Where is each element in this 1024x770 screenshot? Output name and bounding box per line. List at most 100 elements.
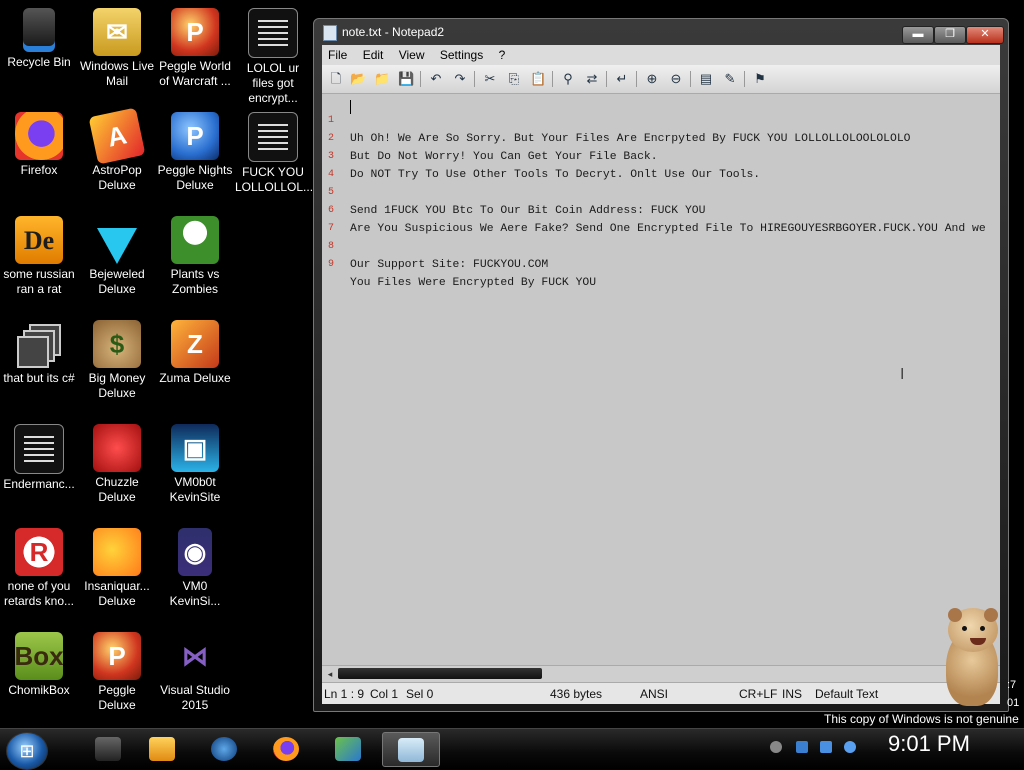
desktop-icon-that-but-its-csharp[interactable]: that but its c# [0, 320, 78, 386]
taskbar-item-notepad2[interactable] [382, 732, 440, 767]
stacked-windows-icon [15, 320, 63, 368]
desktop-icon-vm0b0t[interactable]: ▣ VM0b0t KevinSite [156, 424, 234, 505]
close-button[interactable]: ✕ [966, 26, 1004, 44]
desktop-icon-fuck-you-lol[interactable]: FUCK YOU LOLLOLLOL... [234, 112, 313, 195]
browse-icon[interactable]: 📁 [374, 71, 390, 87]
zoom-in-icon[interactable]: ⊕ [644, 71, 660, 87]
settings-icon[interactable]: ⚑ [752, 71, 768, 87]
desktop-icon-peggle-wow[interactable]: P Peggle World of Warcraft ... [156, 8, 234, 89]
tray-sound-icon[interactable] [770, 741, 782, 753]
status-line-endings[interactable]: CR+LF [739, 687, 777, 701]
scroll-left-arrow-icon[interactable]: ◂ [324, 668, 336, 680]
text-editor[interactable]: 1 Uh Oh! We Are So Sorry. But Your Files… [322, 94, 1000, 665]
cut-icon[interactable]: ✂ [482, 71, 498, 87]
desktop-icon-peggle-deluxe[interactable]: P Peggle Deluxe [78, 632, 156, 713]
scrollbar-thumb[interactable] [338, 668, 542, 679]
status-bar: Ln 1 : 9 Col 1 Sel 0 436 bytes ANSI CR+L… [322, 682, 1000, 704]
taskbar-item-messenger[interactable] [320, 732, 376, 765]
mail-icon: ✉ [93, 8, 141, 56]
taskbar-clock[interactable]: 9:01 PM [888, 731, 970, 757]
desktop-icon-label: Recycle Bin [7, 55, 71, 69]
firefox-icon [273, 736, 299, 761]
line-text: But Do Not Worry! You Can Get Your File … [350, 151, 658, 163]
desktop-icon-label: Chuzzle Deluxe [95, 475, 139, 504]
desktop-icon-visual-studio[interactable]: ⋈ Visual Studio 2015 [156, 632, 234, 713]
taskbar-item-media-player[interactable] [134, 732, 190, 765]
desktop-icon-vm0-kevinsite[interactable]: ◉ VM0 KevinSi... [156, 528, 234, 609]
plant-icon [171, 216, 219, 264]
menu-settings[interactable]: Settings [434, 45, 489, 62]
toolbar-separator [474, 71, 475, 87]
maximize-button[interactable]: ❐ [934, 26, 966, 44]
status-insert-mode[interactable]: INS [782, 687, 802, 701]
visual-studio-icon: ⋈ [182, 640, 208, 671]
not-genuine-notice: This copy of Windows is not genuine [824, 712, 1019, 726]
window-title: note.txt - Notepad2 [342, 25, 445, 39]
line-text: Send 1FUCK YOU Btc To Our Bit Coin Addre… [350, 205, 706, 217]
desktop-icon-label: Peggle Deluxe [98, 683, 136, 712]
notepad2-icon [398, 737, 424, 762]
minimize-button[interactable]: ▬ [902, 26, 934, 44]
title-bar[interactable]: note.txt - Notepad2 ▬ ❐ ✕ [314, 19, 1008, 45]
menu-view[interactable]: View [393, 45, 431, 62]
menu-help[interactable]: ? [493, 45, 512, 62]
open-icon[interactable]: 📂 [350, 71, 366, 87]
status-scheme[interactable]: Default Text [815, 687, 878, 701]
line-text: You Files Were Encrypted By FUCK YOU [350, 277, 597, 289]
desktop-icon-endermanch[interactable]: Endermanc... [0, 424, 78, 492]
desktop-icon-some-russian[interactable]: De some russian ran a rat [0, 216, 78, 297]
redo-icon[interactable]: ↷ [452, 71, 468, 87]
zuma-icon: Z [171, 320, 219, 368]
new-icon[interactable]: 🗋 [328, 71, 344, 87]
copy-icon[interactable]: ⎘ [506, 71, 522, 87]
text-caret [350, 100, 351, 114]
desktop-icon-windows-live-mail[interactable]: ✉ Windows Live Mail [78, 8, 156, 89]
desktop-icon-label: Zuma Deluxe [159, 371, 231, 385]
desktop-icon-lolol-files[interactable]: LOLOL ur files got encrypt... [234, 8, 312, 106]
desktop-icon-chuzzle[interactable]: Chuzzle Deluxe [78, 424, 156, 505]
desktop-icon-zuma[interactable]: Z Zuma Deluxe [156, 320, 234, 386]
save-icon[interactable]: 💾 [398, 71, 414, 87]
astropop-icon: A [88, 107, 146, 165]
find-icon[interactable]: ⚲ [560, 71, 576, 87]
desktop-icon-firefox[interactable]: Firefox [0, 112, 78, 178]
word-wrap-icon[interactable]: ↵ [614, 71, 630, 87]
horizontal-scrollbar[interactable]: ◂ [322, 665, 1000, 682]
desktop-icon-peggle-nights[interactable]: P Peggle Nights Deluxe [156, 112, 234, 193]
firefox-icon [15, 112, 63, 160]
start-button[interactable]: ⊞ [6, 732, 48, 770]
status-encoding[interactable]: ANSI [640, 687, 668, 701]
notepad-file-icon [248, 112, 298, 162]
desktop-icon-chomikbox[interactable]: Box ChomikBox [0, 632, 78, 698]
undo-icon[interactable]: ↶ [428, 71, 444, 87]
tray-display-icon[interactable] [820, 741, 832, 753]
notepad-file-icon [248, 8, 298, 58]
scheme-icon[interactable]: ▤ [698, 71, 714, 87]
taskbar-item-firefox[interactable] [258, 732, 314, 765]
zoom-out-icon[interactable]: ⊖ [668, 71, 684, 87]
replace-icon[interactable]: ⇄ [584, 71, 600, 87]
toolbar-separator [744, 71, 745, 87]
desktop-icon-astropop[interactable]: A AstroPop Deluxe [78, 107, 156, 193]
tray-network-icon[interactable] [796, 741, 808, 753]
desktop-icon-none-of-you[interactable]: R none of you retards kno... [0, 528, 78, 609]
menu-file[interactable]: File [322, 45, 353, 62]
desktop-icon-label: Windows Live Mail [79, 59, 155, 88]
desktop-icon-label: some russian ran a rat [3, 267, 75, 296]
desktop-icon-label: Endermanc... [3, 477, 75, 491]
editor-line: 9 You Files Were Encrypted By FUCK YOU [322, 238, 596, 289]
desktop-icon-bejeweled[interactable]: Bejeweled Deluxe [78, 216, 156, 297]
taskbar-item-explorer[interactable] [80, 732, 136, 765]
desktop-icon-big-money[interactable]: $ Big Money Deluxe [78, 320, 156, 401]
paste-icon[interactable]: 📋 [530, 71, 546, 87]
menu-edit[interactable]: Edit [357, 45, 390, 62]
desktop-icon-insaniquarium[interactable]: Insaniquar... Deluxe [78, 528, 156, 609]
globe-icon [211, 736, 237, 761]
desktop-icon-plants-vs-zombies[interactable]: Plants vs Zombies [156, 216, 234, 297]
tray-security-icon[interactable] [844, 741, 856, 753]
notepad-file-icon [14, 424, 64, 474]
customize-icon[interactable]: ✎ [722, 71, 738, 87]
window-client: File Edit View Settings ? 🗋 📂 📁 💾 ↶ ↷ ✂ … [322, 45, 1000, 704]
desktop-icon-recycle-bin[interactable]: Recycle Bin [0, 8, 78, 70]
taskbar-item-globe[interactable] [196, 732, 252, 765]
